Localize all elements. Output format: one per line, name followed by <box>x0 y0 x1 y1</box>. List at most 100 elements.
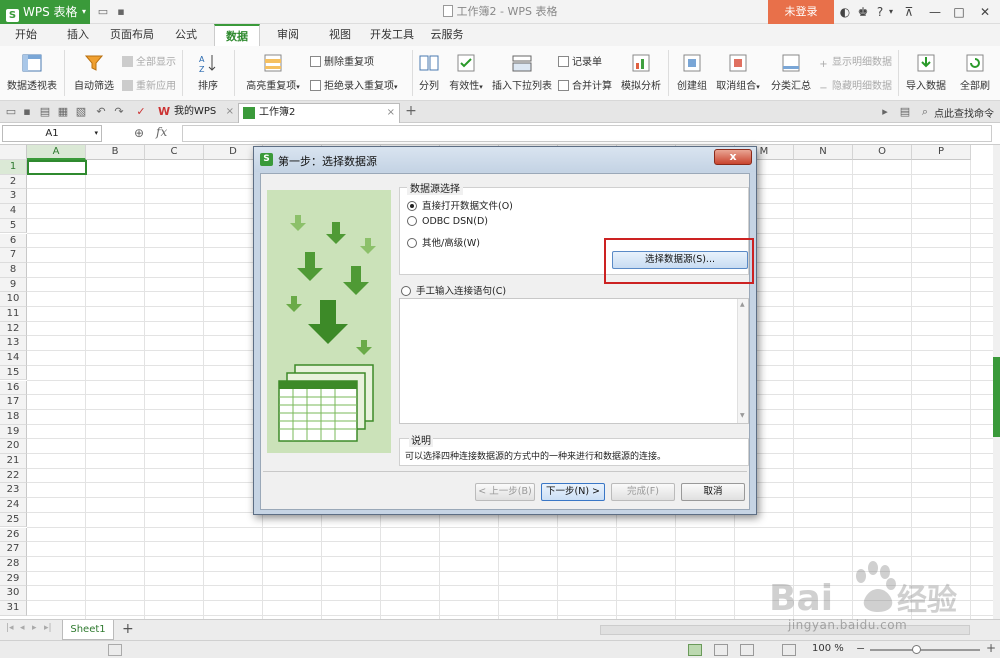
radio-direct-file[interactable]: 直接打开数据文件(O) <box>407 198 513 212</box>
tab-review[interactable]: 审阅 <box>268 24 308 46</box>
page-layout-view-icon[interactable] <box>714 644 728 656</box>
column-header[interactable]: O <box>853 145 912 160</box>
connection-string-textarea[interactable] <box>399 298 749 424</box>
row-header[interactable]: 4 <box>0 204 27 219</box>
save-icon[interactable]: ▪ <box>114 5 128 19</box>
close-icon[interactable]: × <box>387 104 395 122</box>
prev-sheet-icon[interactable]: ◂ <box>20 623 25 633</box>
tab-options-icon[interactable]: ▸ <box>878 105 892 119</box>
undo-icon[interactable]: ↶ <box>94 105 108 119</box>
record-form-button[interactable]: 记录单 <box>558 53 602 68</box>
row-header[interactable]: 10 <box>0 292 27 307</box>
row-header[interactable]: 8 <box>0 262 27 278</box>
tab-developer[interactable]: 开发工具 <box>366 24 418 46</box>
refresh-all-button[interactable]: 全部刷 <box>952 52 998 92</box>
print-preview-icon[interactable]: ▧ <box>74 105 88 119</box>
reapply-button[interactable]: 重新应用 <box>122 77 176 92</box>
prev-step-button[interactable]: < 上一步(B) <box>475 483 535 501</box>
zoom-slider[interactable] <box>870 649 980 651</box>
row-header[interactable]: 1 <box>0 160 27 175</box>
column-header[interactable]: N <box>794 145 853 160</box>
doc-tab-my-wps[interactable]: W 我的WPS × <box>154 103 238 123</box>
tab-formulas[interactable]: 公式 <box>166 24 206 46</box>
validity-button[interactable]: 有效性▾ <box>446 52 486 92</box>
find-command-input[interactable]: 点此查找命令 <box>934 105 994 120</box>
tab-view[interactable]: 视图 <box>320 24 360 46</box>
row-header[interactable]: 6 <box>0 233 27 249</box>
cancel-button[interactable]: 取消 <box>681 483 745 501</box>
row-header[interactable]: 7 <box>0 248 27 263</box>
row-header[interactable]: 14 <box>0 351 27 366</box>
first-sheet-icon[interactable]: |◂ <box>6 623 14 633</box>
row-header[interactable]: 23 <box>0 483 27 499</box>
create-group-button[interactable]: 创建组 <box>672 52 712 92</box>
save-icon[interactable]: ▪ <box>20 105 34 119</box>
radio-other-advanced[interactable]: 其他/高级(W) <box>407 235 480 249</box>
app-menu-button[interactable]: S WPS 表格 ▾ <box>0 0 90 24</box>
textarea-scrollbar[interactable]: ▲ ▼ <box>737 299 748 423</box>
select-data-source-button[interactable]: 选择数据源(S)... <box>612 251 748 269</box>
row-header[interactable]: 5 <box>0 218 27 234</box>
reading-mode-icon[interactable] <box>782 644 796 656</box>
row-header[interactable]: 3 <box>0 189 27 205</box>
doc-tab-workbook2[interactable]: 工作簿2 × <box>238 103 400 123</box>
zoom-in-icon[interactable]: + <box>986 641 996 655</box>
tab-page-layout[interactable]: 页面布局 <box>106 24 158 46</box>
row-header[interactable]: 27 <box>0 542 27 557</box>
scroll-up-icon[interactable]: ▲ <box>740 301 745 308</box>
customize-icon[interactable]: ✓ <box>134 105 148 119</box>
close-icon[interactable]: ✕ <box>976 0 994 24</box>
sort-button[interactable]: AZ 排序 <box>186 52 230 92</box>
vertical-scroll-handle[interactable] <box>993 357 1000 437</box>
zoom-out-icon[interactable]: − <box>856 642 865 655</box>
row-header[interactable]: 20 <box>0 439 27 454</box>
open-folder-icon[interactable]: ▭ <box>4 105 18 119</box>
fx-icon[interactable]: fx <box>156 125 167 139</box>
ungroup-button[interactable]: 取消组合▾ <box>712 52 764 92</box>
row-header[interactable]: 31 <box>0 601 27 616</box>
autofilter-button[interactable]: 自动筛选 <box>70 52 118 92</box>
row-header[interactable]: 18 <box>0 409 27 425</box>
pivot-table-button[interactable]: 数据透视表 <box>4 52 60 92</box>
horizontal-scrollbar[interactable] <box>600 625 970 635</box>
radio-odbc[interactable]: ODBC DSN(D) <box>407 216 488 227</box>
active-cell[interactable] <box>27 160 87 175</box>
consolidate-button[interactable]: 合并计算 <box>558 77 612 92</box>
show-all-button[interactable]: 全部显示 <box>122 53 176 68</box>
zoom-level[interactable]: 100 % <box>812 643 844 654</box>
row-header[interactable]: 26 <box>0 527 27 543</box>
page-break-view-icon[interactable] <box>740 644 754 656</box>
row-header[interactable]: 21 <box>0 454 27 469</box>
last-sheet-icon[interactable]: ▸| <box>44 623 52 633</box>
new-tab-icon[interactable]: + <box>404 104 418 118</box>
row-header[interactable]: 24 <box>0 498 27 513</box>
maximize-icon[interactable]: □ <box>950 0 968 24</box>
what-if-button[interactable]: 模拟分析 <box>618 52 664 92</box>
restore-ribbon-icon[interactable]: ⊼ <box>900 0 918 24</box>
formula-input[interactable] <box>182 125 992 142</box>
zoom-search-icon[interactable]: ⊕ <box>134 126 144 140</box>
row-header[interactable]: 17 <box>0 395 27 410</box>
row-header[interactable]: 29 <box>0 571 27 587</box>
row-header[interactable]: 25 <box>0 512 27 528</box>
row-header[interactable]: 12 <box>0 321 27 337</box>
reject-duplicates-button[interactable]: 拒绝录入重复项▾ <box>310 77 398 92</box>
radio-manual-connection[interactable]: 手工输入连接语句(C) <box>401 283 506 297</box>
export-pdf-icon[interactable]: ▤ <box>38 105 52 119</box>
close-icon[interactable]: × <box>226 103 234 121</box>
dialog-close-button[interactable]: x <box>714 149 752 165</box>
remove-duplicates-button[interactable]: 删除重复项 <box>310 53 374 68</box>
add-sheet-icon[interactable]: + <box>122 621 134 637</box>
next-step-button[interactable]: 下一步(N) > <box>541 483 605 501</box>
row-header[interactable]: 22 <box>0 468 27 484</box>
finish-button[interactable]: 完成(F) <box>611 483 675 501</box>
row-header[interactable]: 15 <box>0 365 27 381</box>
shirt-icon[interactable]: ♚ <box>855 0 871 24</box>
login-button[interactable]: 未登录 <box>768 0 834 24</box>
row-header[interactable]: 30 <box>0 586 27 601</box>
select-all-corner[interactable] <box>0 145 27 160</box>
next-sheet-icon[interactable]: ▸ <box>32 623 37 633</box>
row-header[interactable]: 13 <box>0 336 27 352</box>
show-detail-button[interactable]: + 显示明细数据 <box>818 53 892 70</box>
row-header[interactable]: 9 <box>0 277 27 293</box>
